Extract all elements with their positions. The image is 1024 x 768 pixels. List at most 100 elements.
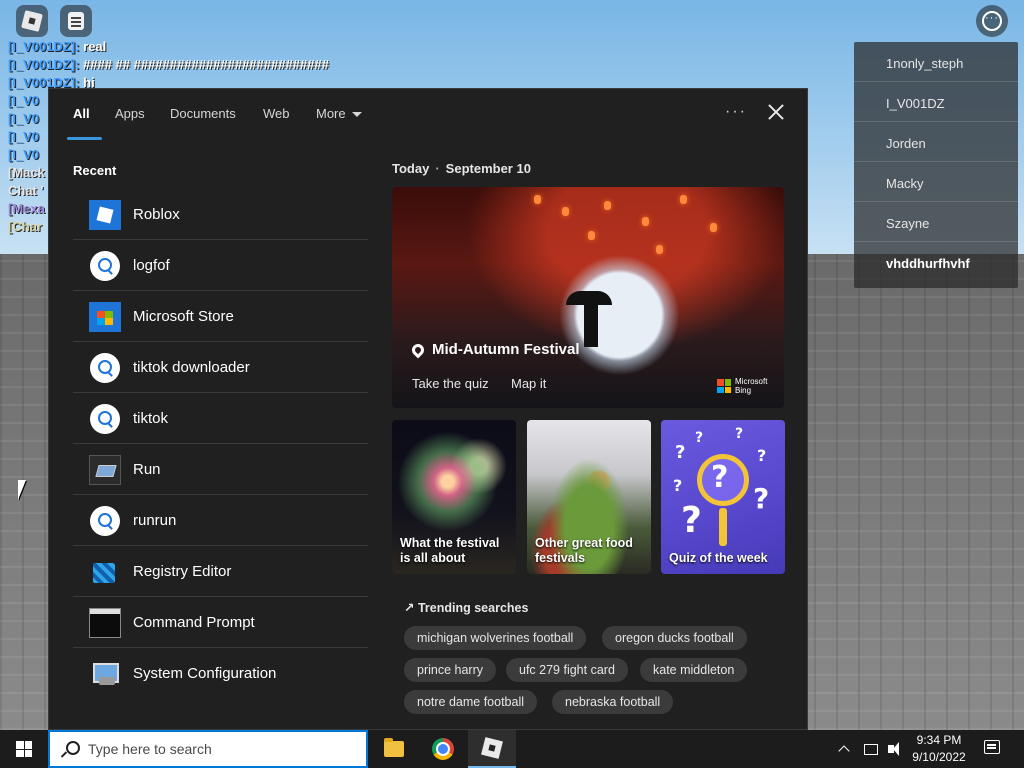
- trending-chip[interactable]: kate middleton: [640, 658, 748, 682]
- network-button[interactable]: [864, 730, 878, 768]
- chat-username[interactable]: [Mack: [8, 165, 45, 180]
- lantern-decoration: [656, 245, 663, 254]
- lantern-decoration: [534, 195, 541, 204]
- clock[interactable]: 9:34 PM 9/10/2022: [908, 732, 970, 766]
- trending-heading: ↗ Trending searches: [404, 600, 528, 615]
- chat-username[interactable]: [I_V001DZ]:: [8, 57, 80, 72]
- recent-item-label: Run: [133, 461, 161, 478]
- trending-chip[interactable]: ufc 279 fight card: [506, 658, 628, 682]
- search-icon: [90, 506, 120, 536]
- chat-username[interactable]: [I_V0: [8, 93, 39, 108]
- trending-title: Trending searches: [417, 601, 529, 615]
- player-list-item[interactable]: Szayne: [854, 202, 1018, 242]
- more-menu-icon[interactable]: ···: [976, 5, 1008, 37]
- lantern-decoration: [680, 195, 687, 204]
- more-options-button[interactable]: ···: [725, 103, 747, 121]
- recent-item[interactable]: Command Prompt: [73, 597, 368, 648]
- trending-chip[interactable]: nebraska football: [552, 690, 674, 714]
- trending-chip[interactable]: prince harry: [404, 658, 496, 682]
- tab-all[interactable]: All: [73, 106, 90, 140]
- microsoft-logo-icon: [717, 379, 731, 393]
- chrome-icon: [432, 738, 454, 760]
- chat-message: real: [79, 39, 107, 54]
- location-pin-icon: [409, 341, 427, 358]
- take-quiz-link[interactable]: Take the quiz: [412, 376, 489, 391]
- file-explorer-button[interactable]: [370, 730, 418, 768]
- separator-dot: ·: [435, 161, 440, 176]
- recent-list: Roblox logfof Microsoft Store tiktok downlo…: [73, 189, 368, 699]
- recent-item-label: Command Prompt: [133, 614, 255, 631]
- chat-username[interactable]: [Mexa: [8, 201, 45, 216]
- search-input[interactable]: [88, 741, 358, 757]
- chat-username[interactable]: [I_V0: [8, 147, 39, 162]
- question-mark-icon: ?: [675, 442, 686, 463]
- chat-username[interactable]: [I_V0: [8, 129, 39, 144]
- hero-card[interactable]: Mid-Autumn Festival Take the quiz Map it…: [392, 187, 784, 408]
- trending-chip[interactable]: oregon ducks football: [602, 626, 747, 650]
- chat-username[interactable]: [I_V001DZ]:: [8, 39, 80, 54]
- folder-icon: [384, 738, 404, 757]
- chat-username[interactable]: Chat ': [8, 183, 44, 198]
- chat-username[interactable]: [I_V0: [8, 111, 39, 126]
- question-mark-icon: ?: [711, 460, 729, 495]
- trending-chip[interactable]: michigan wolverines football: [404, 626, 587, 650]
- recent-item[interactable]: tiktok downloader: [73, 342, 368, 393]
- card-label: Quiz of the week: [669, 551, 768, 565]
- player-list-item[interactable]: 1nonly_steph: [854, 42, 1018, 82]
- clock-date: 9/10/2022: [912, 750, 966, 764]
- player-list-item[interactable]: Macky: [854, 162, 1018, 202]
- notification-center-icon[interactable]: [984, 740, 1000, 754]
- recent-item-label: logfof: [133, 257, 170, 274]
- map-it-link[interactable]: Map it: [511, 376, 546, 391]
- player-list-item[interactable]: vhddhurfhvhf: [854, 242, 1018, 282]
- question-mark-icon: ?: [735, 426, 744, 442]
- recent-item[interactable]: tiktok: [73, 393, 368, 444]
- recent-item[interactable]: runrun: [73, 495, 368, 546]
- windows-logo-icon: [16, 741, 32, 757]
- tab-apps[interactable]: Apps: [115, 106, 145, 140]
- chevron-up-icon: [838, 745, 850, 757]
- roblox-taskbar-button[interactable]: [468, 730, 516, 768]
- recent-item-label: runrun: [133, 512, 177, 529]
- volume-button[interactable]: [888, 730, 899, 768]
- recent-item[interactable]: System Configuration: [73, 648, 368, 699]
- lantern-decoration: [604, 201, 611, 210]
- hero-title[interactable]: Mid-Autumn Festival: [409, 341, 580, 358]
- tab-web[interactable]: Web: [263, 106, 290, 140]
- recent-item-label: Microsoft Store: [133, 308, 234, 325]
- recent-item[interactable]: Roblox: [73, 189, 368, 240]
- player-list-item[interactable]: Jorden: [854, 122, 1018, 162]
- recent-item[interactable]: Registry Editor: [73, 546, 368, 597]
- tab-documents[interactable]: Documents: [170, 106, 236, 140]
- lantern-decoration: [562, 207, 569, 216]
- network-icon: [864, 743, 878, 755]
- chat-line: [I_V001DZ]: real: [8, 38, 388, 56]
- search-icon: [62, 741, 80, 757]
- card-festival-info[interactable]: What the festival is all about: [392, 420, 516, 574]
- chat-username[interactable]: [Char: [8, 219, 42, 234]
- card-label: What the festival is all about: [400, 536, 500, 565]
- player-list-item[interactable]: I_V001DZ: [854, 82, 1018, 122]
- lantern-decoration: [642, 217, 649, 226]
- roblox-menu-icon[interactable]: [16, 5, 48, 37]
- command-prompt-icon: [89, 608, 121, 638]
- taskbar-search-box[interactable]: [48, 730, 368, 768]
- chat-toggle-icon[interactable]: [60, 5, 92, 37]
- recent-item[interactable]: logfof: [73, 240, 368, 291]
- recent-item[interactable]: Run: [73, 444, 368, 495]
- registry-editor-icon: [89, 557, 121, 587]
- start-button[interactable]: [0, 730, 48, 768]
- active-tab-indicator: [67, 137, 102, 140]
- trending-chip[interactable]: notre dame football: [404, 690, 538, 714]
- close-icon[interactable]: [765, 101, 787, 123]
- card-quiz-of-week[interactable]: ? ? ? ? ? ? ? ? Quiz of the week: [661, 420, 785, 574]
- today-header: Today · September 10: [392, 161, 531, 176]
- roblox-icon: [481, 737, 503, 759]
- recent-item[interactable]: Microsoft Store: [73, 291, 368, 342]
- recent-heading: Recent: [73, 163, 117, 178]
- card-food-festivals[interactable]: Other great food festivals: [527, 420, 651, 574]
- tab-more[interactable]: More: [316, 106, 362, 140]
- chrome-button[interactable]: [419, 730, 467, 768]
- show-hidden-icons-button[interactable]: [838, 730, 850, 768]
- microsoft-bing-logo: Microsoft Bing: [717, 377, 767, 395]
